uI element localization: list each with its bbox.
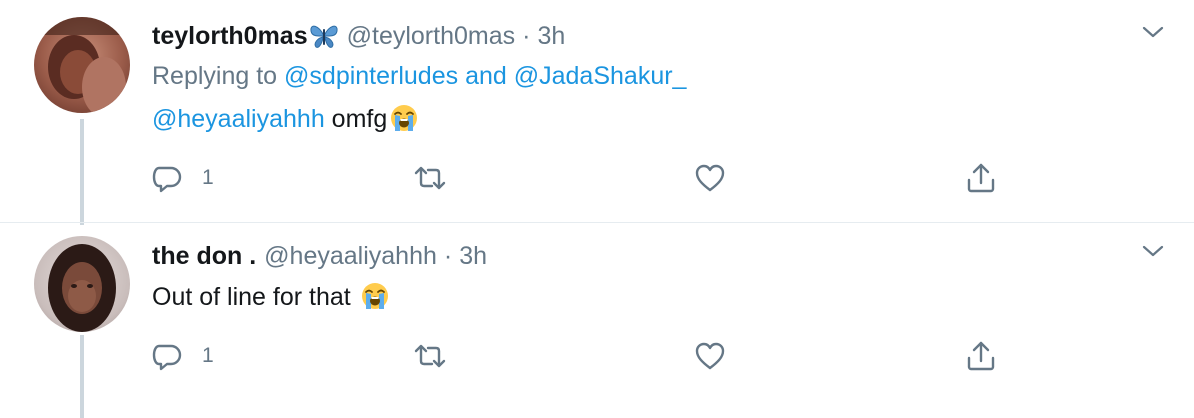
mention-link[interactable]: @sdpinterludes [284, 62, 458, 90]
retweet-icon [412, 339, 448, 373]
tweet-text: @heyaaliyahhh omfg [152, 102, 419, 136]
reply-count: 1 [202, 166, 214, 189]
separator-dot: · [522, 21, 531, 50]
retweet-button[interactable] [412, 336, 466, 376]
retweet-button[interactable] [412, 158, 466, 198]
display-name[interactable]: teylorth0mas [152, 22, 308, 51]
tweet-actions: 1 [150, 336, 1010, 376]
tweet-actions: 1 [150, 158, 1010, 198]
reply-count: 1 [202, 344, 214, 367]
separator-dot: · [443, 241, 453, 270]
heart-icon [693, 339, 727, 373]
chevron-down-icon[interactable] [1138, 236, 1168, 266]
reply-icon [150, 161, 184, 195]
reply-button[interactable]: 1 [150, 158, 214, 198]
like-button[interactable] [693, 158, 745, 198]
mention-link[interactable]: @heyaaliyahhh [152, 105, 325, 133]
share-icon [964, 339, 998, 373]
butterfly-emoji-icon [309, 23, 339, 49]
tweet-thread: teylorth0mas @teylorth0mas · 3h Replying… [0, 0, 1194, 418]
tweet-header: the don . @heyaaliyahhh · 3h [152, 239, 487, 273]
loudly-crying-face-emoji-icon [360, 281, 390, 311]
avatar[interactable] [34, 17, 130, 113]
timestamp[interactable]: 3h [537, 22, 565, 51]
tweet-body-text: Out of line for that [152, 283, 351, 311]
tweet-body-text: omfg [331, 105, 388, 133]
tweet[interactable]: teylorth0mas @teylorth0mas · 3h Replying… [0, 0, 1194, 225]
user-handle[interactable]: @heyaaliyahhh [264, 242, 437, 271]
tweet[interactable]: the don . @heyaaliyahhh · 3h Out of line… [0, 223, 1194, 418]
mention-link[interactable]: @JadaShakur_ [514, 62, 687, 90]
replying-to-label: Replying to [152, 62, 278, 90]
share-button[interactable] [964, 336, 998, 376]
user-handle[interactable]: @teylorth0mas [347, 22, 516, 51]
chevron-down-icon[interactable] [1138, 17, 1168, 47]
like-button[interactable] [693, 336, 745, 376]
replying-to-and[interactable]: and [465, 62, 507, 90]
heart-icon [693, 161, 727, 195]
share-button[interactable] [964, 158, 998, 198]
tweet-header: teylorth0mas @teylorth0mas · 3h [152, 19, 565, 53]
tweet-text: Out of line for that [152, 280, 390, 314]
thread-connector-line [80, 335, 84, 418]
replying-to-line: Replying to @sdpinterludes and @JadaShak… [152, 59, 686, 93]
retweet-icon [412, 161, 448, 195]
display-name[interactable]: the don . [152, 242, 256, 271]
reply-icon [150, 339, 184, 373]
loudly-crying-face-emoji-icon [389, 103, 419, 133]
avatar[interactable] [34, 236, 130, 332]
timestamp[interactable]: 3h [459, 242, 487, 271]
reply-button[interactable]: 1 [150, 336, 214, 376]
thread-connector-line [80, 119, 84, 225]
share-icon [964, 161, 998, 195]
